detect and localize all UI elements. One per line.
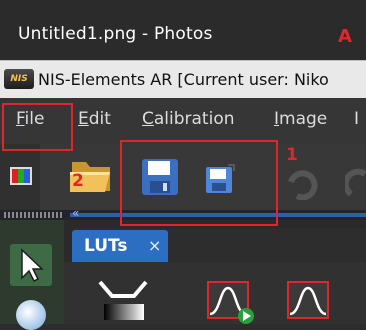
grip-dots[interactable] bbox=[4, 212, 62, 218]
tab-luts[interactable]: LUTs × bbox=[72, 230, 168, 262]
collapse-chevron-icon[interactable]: « bbox=[72, 206, 79, 220]
nis-logo-icon: NIS bbox=[4, 69, 34, 89]
lut-curve-icon[interactable] bbox=[286, 280, 332, 324]
menu-edit[interactable]: Edit bbox=[78, 109, 111, 129]
menu-calibration-label: alibration bbox=[153, 109, 235, 129]
menu-image[interactable]: Image bbox=[274, 109, 327, 129]
app-window-title: NIS-Elements AR [Current user: Niko bbox=[38, 70, 329, 89]
tab-luts-label: LUTs bbox=[84, 236, 128, 256]
ellipse-tool-icon[interactable] bbox=[16, 300, 46, 330]
photos-window-title: Untitled1.png - Photos bbox=[18, 24, 213, 44]
menu-edit-accel: E bbox=[78, 109, 89, 129]
annotation-label-1: 1 bbox=[286, 145, 298, 165]
lut-curve-play-icon[interactable] bbox=[206, 280, 256, 324]
rgb-channels-icon[interactable] bbox=[10, 167, 32, 185]
cursor-arrow-icon bbox=[21, 248, 44, 283]
menu-image-label: mage bbox=[279, 109, 328, 129]
photos-title-bar: Untitled1.png - Photos bbox=[0, 0, 366, 60]
menu-calibration-accel: C bbox=[142, 109, 154, 129]
annotation-box-file bbox=[2, 103, 73, 151]
menu-next-label: I bbox=[354, 109, 360, 129]
lut-gradient-icon[interactable] bbox=[98, 278, 148, 322]
menu-calibration[interactable]: Calibration bbox=[142, 109, 235, 129]
pointer-tool-button[interactable] bbox=[10, 244, 52, 286]
menu-edit-label: dit bbox=[88, 109, 111, 129]
annotation-box-save bbox=[120, 140, 278, 226]
menu-next-partial[interactable]: I bbox=[354, 109, 359, 129]
app-title-bar: NIS NIS-Elements AR [Current user: Niko bbox=[0, 60, 366, 99]
tab-luts-close-icon[interactable]: × bbox=[148, 236, 161, 255]
undo-icon[interactable] bbox=[285, 168, 321, 200]
annotation-letter-a: A bbox=[338, 26, 352, 47]
redo-icon[interactable] bbox=[345, 168, 366, 200]
annotation-label-2: 2 bbox=[72, 171, 84, 191]
